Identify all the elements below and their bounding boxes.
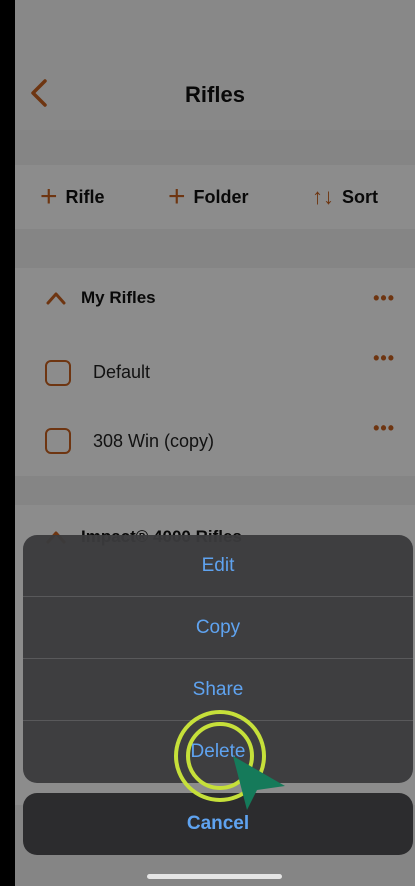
home-indicator	[147, 874, 282, 879]
app-screen: Rifles + Rifle + Folder ↑↓ Sort My Rifle…	[15, 0, 415, 886]
edit-action[interactable]: Edit	[23, 535, 413, 597]
cursor-pointer-icon	[233, 756, 285, 810]
copy-action[interactable]: Copy	[23, 597, 413, 659]
